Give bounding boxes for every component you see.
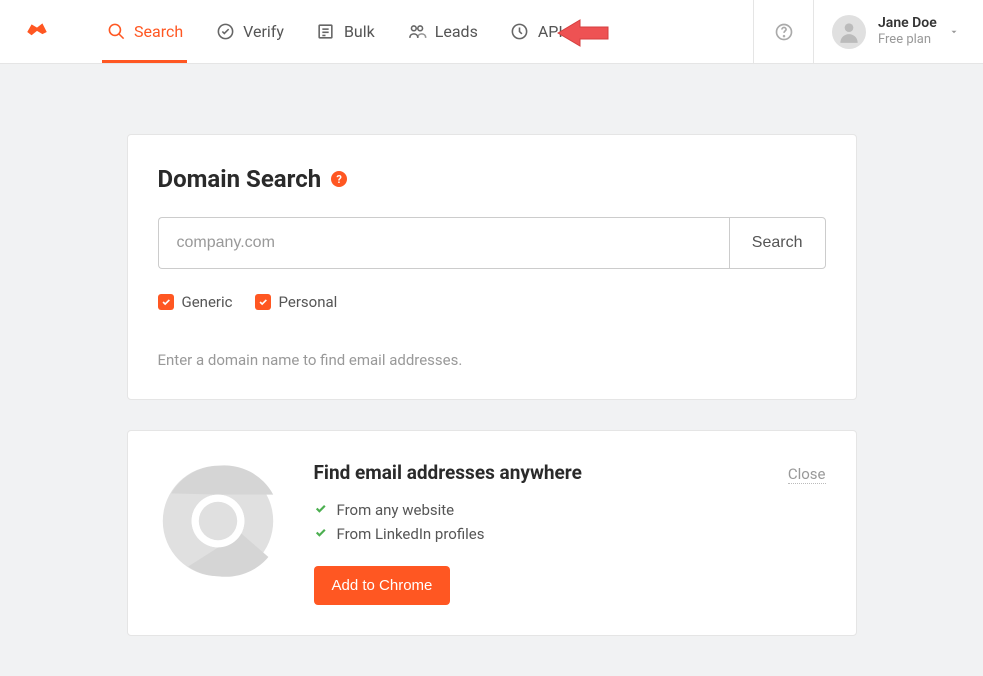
nav-label: Search bbox=[134, 22, 183, 41]
main-nav: Search Verify Bulk Leads API bbox=[90, 0, 753, 63]
search-icon bbox=[106, 22, 126, 42]
help-button[interactable] bbox=[753, 0, 813, 63]
chrome-icon bbox=[158, 461, 278, 581]
nav-bulk[interactable]: Bulk bbox=[300, 0, 391, 63]
hint-text: Enter a domain name to find email addres… bbox=[158, 351, 826, 369]
feature-text: From any website bbox=[337, 501, 455, 519]
domain-input[interactable] bbox=[158, 217, 729, 269]
extension-promo-card: Find email addresses anywhere From any w… bbox=[127, 430, 857, 636]
topbar: Search Verify Bulk Leads API bbox=[0, 0, 983, 64]
checkbox-icon bbox=[255, 294, 271, 310]
logo[interactable] bbox=[24, 0, 50, 63]
chevron-down-icon bbox=[949, 27, 959, 37]
topbar-right: Jane Doe Free plan bbox=[753, 0, 983, 63]
nav-label: Verify bbox=[243, 22, 284, 41]
filter-label: Personal bbox=[279, 293, 338, 311]
verify-icon bbox=[215, 22, 235, 42]
user-plan: Free plan bbox=[878, 32, 937, 48]
user-name: Jane Doe bbox=[878, 15, 937, 32]
filter-generic[interactable]: Generic bbox=[158, 293, 233, 311]
help-icon bbox=[774, 22, 794, 42]
promo-title: Find email addresses anywhere bbox=[314, 461, 752, 484]
card-help-badge[interactable]: ? bbox=[331, 171, 347, 187]
search-button[interactable]: Search bbox=[729, 217, 826, 269]
api-icon bbox=[510, 22, 530, 42]
nav-leads[interactable]: Leads bbox=[391, 0, 494, 63]
check-icon bbox=[314, 525, 327, 543]
promo-features: From any website From LinkedIn profiles bbox=[314, 498, 752, 546]
nav-label: Bulk bbox=[344, 22, 375, 41]
nav-search[interactable]: Search bbox=[90, 0, 199, 63]
domain-search-card: Domain Search ? Search Generic Personal … bbox=[127, 134, 857, 400]
nav-label: API bbox=[538, 22, 563, 41]
promo-feature: From any website bbox=[314, 498, 752, 522]
user-text: Jane Doe Free plan bbox=[878, 15, 937, 47]
nav-api[interactable]: API bbox=[494, 0, 579, 63]
card-title: Domain Search bbox=[158, 165, 322, 193]
nav-verify[interactable]: Verify bbox=[199, 0, 300, 63]
filter-personal[interactable]: Personal bbox=[255, 293, 338, 311]
add-to-chrome-button[interactable]: Add to Chrome bbox=[314, 566, 451, 605]
check-icon bbox=[314, 501, 327, 519]
checkbox-icon bbox=[158, 294, 174, 310]
user-menu[interactable]: Jane Doe Free plan bbox=[813, 0, 983, 63]
avatar-icon bbox=[836, 19, 862, 45]
filter-label: Generic bbox=[182, 293, 233, 311]
nav-label: Leads bbox=[435, 22, 478, 41]
bulk-icon bbox=[316, 22, 336, 42]
feature-text: From LinkedIn profiles bbox=[337, 525, 485, 543]
avatar bbox=[832, 15, 866, 49]
promo-feature: From LinkedIn profiles bbox=[314, 522, 752, 546]
close-promo-link[interactable]: Close bbox=[788, 465, 826, 484]
leads-icon bbox=[407, 22, 427, 42]
logo-icon bbox=[24, 19, 50, 45]
